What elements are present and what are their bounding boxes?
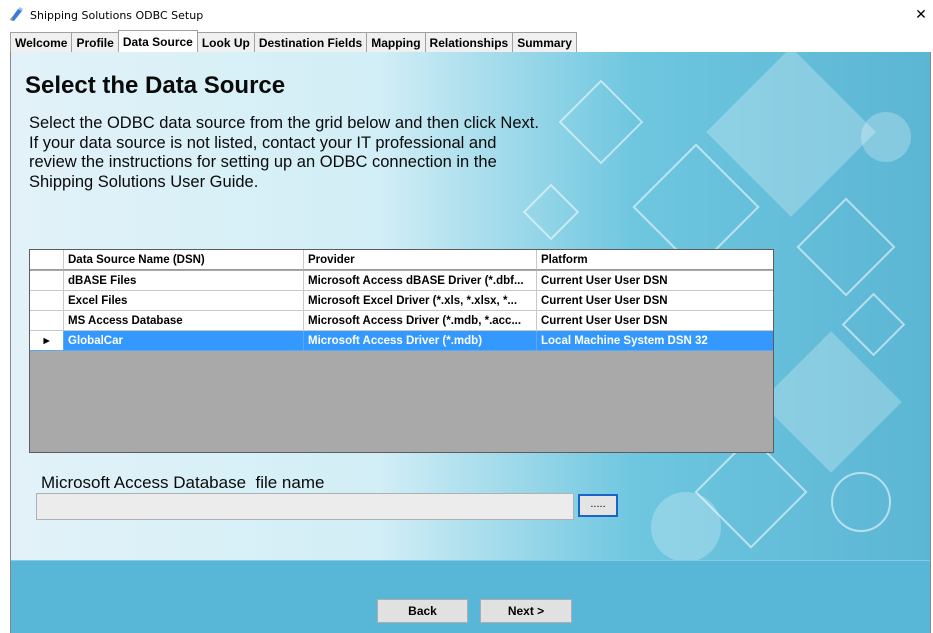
table-row[interactable]: dBASE Files Microsoft Access dBASE Drive… [30,271,773,291]
row-indicator [30,271,64,291]
cell-platform[interactable]: Local Machine System DSN 32 [537,331,773,351]
tab-data-source[interactable]: Data Source [117,30,198,52]
instruction-line: Shipping Solutions User Guide. [29,172,259,191]
tab-welcome[interactable]: Welcome [10,32,73,52]
title-bar: Shipping Solutions ODBC Setup ✕ [0,0,933,30]
back-button[interactable]: Back [377,599,468,623]
instruction-line: review the instructions for setting up a… [29,153,497,171]
instruction-line: Select the ODBC data source from the gri… [29,114,539,132]
cell-dsn[interactable]: dBASE Files [64,271,304,291]
row-indicator-arrow-icon: ▸ [30,331,64,351]
browse-button[interactable]: ..... [578,494,618,517]
tab-destination-fields[interactable]: Destination Fields [253,32,368,52]
data-source-panel: Select the Data Source Select the ODBC d… [10,52,931,633]
cell-dsn[interactable]: GlobalCar [64,331,304,351]
grid-header-indicator [30,250,64,270]
next-button[interactable]: Next > [480,599,572,623]
tab-profile[interactable]: Profile [71,32,119,52]
grid-header-provider[interactable]: Provider [304,250,537,270]
tab-mapping[interactable]: Mapping [366,32,426,52]
grid-header-platform[interactable]: Platform [537,250,773,270]
tab-summary[interactable]: Summary [512,32,577,52]
file-name-label: Microsoft Access Database file name [41,473,325,492]
page-title: Select the Data Source [25,72,286,99]
instruction-line: If your data source is not listed, conta… [29,133,497,152]
window-title: Shipping Solutions ODBC Setup [30,9,204,22]
footer-bar [11,560,930,633]
table-row[interactable]: MS Access Database Microsoft Access Driv… [30,311,773,331]
table-row[interactable]: Excel Files Microsoft Excel Driver (*.xl… [30,291,773,311]
tab-relationships[interactable]: Relationships [424,32,514,52]
cell-provider[interactable]: Microsoft Access dBASE Driver (*.dbf... [304,271,537,291]
table-row-selected[interactable]: ▸ GlobalCar Microsoft Access Driver (*.m… [30,331,773,351]
file-name-input[interactable] [36,493,574,520]
close-icon[interactable]: ✕ [909,0,933,30]
setup-window: Shipping Solutions ODBC Setup ✕ Welcome … [0,0,933,633]
cell-provider[interactable]: Microsoft Excel Driver (*.xls, *.xlsx, *… [304,291,537,311]
odbc-app-icon [8,6,24,22]
cell-provider[interactable]: Microsoft Access Driver (*.mdb, *.acc... [304,311,537,331]
cell-dsn[interactable]: MS Access Database [64,311,304,331]
tab-look-up[interactable]: Look Up [196,32,255,52]
cell-platform[interactable]: Current User User DSN [537,271,773,291]
instructions-text: Select the ODBC data source from the gri… [29,114,709,192]
grid-header-dsn[interactable]: Data Source Name (DSN) [64,250,304,270]
dsn-grid[interactable]: Data Source Name (DSN) Provider Platform… [29,249,774,453]
cell-platform[interactable]: Current User User DSN [537,291,773,311]
cell-dsn[interactable]: Excel Files [64,291,304,311]
row-indicator [30,291,64,311]
cell-platform[interactable]: Current User User DSN [537,311,773,331]
grid-header-row: Data Source Name (DSN) Provider Platform [30,250,773,270]
row-indicator [30,311,64,331]
tab-strip: Welcome Profile Data Source Look Up Dest… [10,30,577,52]
cell-provider[interactable]: Microsoft Access Driver (*.mdb) [304,331,537,351]
